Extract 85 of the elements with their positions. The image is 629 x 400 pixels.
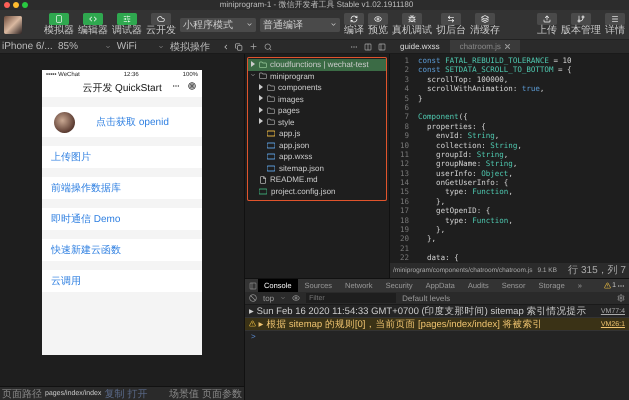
- mode-icon: [55, 15, 63, 23]
- copy-icon[interactable]: [235, 42, 243, 50]
- status-link[interactable]: 场景值: [169, 386, 199, 400]
- folder-icon: [267, 106, 275, 115]
- avatar[interactable]: [4, 16, 22, 34]
- zoom-button[interactable]: [22, 2, 28, 8]
- menu-item[interactable]: 上传图片: [42, 146, 202, 168]
- tree-item[interactable]: app.json: [248, 140, 386, 151]
- folder-icon: [267, 84, 275, 92]
- tree-item[interactable]: app.wxss: [248, 151, 386, 162]
- eye-icon: [374, 15, 382, 23]
- openid-button[interactable]: 点击获取 openid: [75, 115, 190, 129]
- caret-icon: [158, 44, 164, 50]
- phone-nav-bar: 云开发 QuickStart: [42, 79, 202, 97]
- close-button[interactable]: [4, 2, 10, 8]
- mode-button[interactable]: 模拟器: [44, 13, 74, 36]
- simulator-select[interactable]: 模拟操作: [170, 40, 216, 54]
- warning-icon: [604, 282, 612, 289]
- minimize-button[interactable]: [13, 2, 19, 8]
- mode-button[interactable]: 调试器: [112, 13, 142, 36]
- tree-item[interactable]: README.md: [248, 174, 386, 186]
- clear-icon[interactable]: [249, 294, 257, 302]
- tree-item[interactable]: sitemap.json: [248, 162, 386, 174]
- settings-icon[interactable]: [617, 294, 625, 302]
- file-icon: [259, 188, 268, 195]
- mode-button[interactable]: 编辑器: [78, 13, 108, 36]
- folder-icon: [259, 72, 267, 80]
- close-icon[interactable]: [504, 44, 510, 49]
- simulator-select[interactable]: iPhone 6/...: [2, 41, 52, 52]
- mode-icon: [157, 15, 165, 23]
- mode-button[interactable]: 云开发: [146, 13, 176, 36]
- search-icon[interactable]: [264, 42, 272, 50]
- tree-item[interactable]: project.config.json: [248, 186, 386, 197]
- caret-icon: [280, 295, 286, 301]
- folder-icon: [267, 118, 275, 126]
- caret-icon: [246, 21, 253, 28]
- caret-icon: [104, 44, 111, 50]
- tree-item[interactable]: app.js: [248, 128, 386, 140]
- menu-item[interactable]: 即时通信 Demo: [42, 208, 202, 230]
- panel-icon[interactable]: [378, 42, 386, 50]
- inspect-icon[interactable]: [249, 282, 257, 290]
- file-icon: [259, 176, 267, 184]
- toolbar-button[interactable]: 切后台: [436, 13, 466, 36]
- mode-icon: [89, 15, 97, 23]
- toolbar-button[interactable]: 真机调试: [392, 13, 432, 36]
- refresh-icon: [350, 15, 358, 23]
- folder-icon: [259, 60, 267, 69]
- switch-icon: [447, 15, 455, 23]
- window-title: miniprogram-1 - 微信开发者工具 Stable v1.02.1911180: [218, 0, 414, 10]
- caret-icon: [330, 21, 337, 28]
- menu-item[interactable]: 快速新建云函数: [42, 239, 202, 261]
- expand-icon: [250, 72, 256, 78]
- menu-item[interactable]: 前端操作数据库: [42, 177, 202, 199]
- folder-icon: [267, 95, 275, 104]
- add-icon[interactable]: [249, 42, 258, 51]
- branch-icon: [577, 15, 585, 23]
- split-icon[interactable]: [364, 42, 372, 50]
- avatar: [54, 112, 75, 132]
- toolbar-button[interactable]: 清缓存: [470, 13, 500, 36]
- menu-item[interactable]: 云调用: [42, 270, 202, 292]
- warning-icon: [249, 320, 256, 326]
- mode-icon: [123, 15, 131, 23]
- status-link[interactable]: 页面参数: [202, 386, 242, 400]
- tree-item[interactable]: cloudfunctions | wechat-test: [248, 59, 386, 70]
- context-select[interactable]: top: [263, 294, 274, 302]
- close-target-icon[interactable]: [188, 82, 196, 90]
- simulator-select[interactable]: 85%: [58, 41, 111, 52]
- tree-item[interactable]: pages: [248, 105, 386, 116]
- levels-select[interactable]: Default levels: [402, 294, 450, 302]
- tree-item[interactable]: images: [248, 94, 386, 105]
- eye-icon[interactable]: [292, 294, 300, 302]
- bug-icon: [408, 15, 416, 23]
- tree-item[interactable]: style: [248, 116, 386, 128]
- list-icon: [611, 15, 619, 23]
- layers-icon: [481, 15, 489, 23]
- tree-item[interactable]: miniprogram: [248, 70, 386, 82]
- console-prompt[interactable]: >: [245, 331, 629, 342]
- mode-select[interactable]: 小程序模式: [180, 18, 256, 32]
- simulator-select[interactable]: WiFi: [116, 41, 164, 52]
- tree-item[interactable]: components: [248, 82, 386, 94]
- toolbar-button[interactable]: 版本管理: [561, 13, 601, 36]
- collapse-icon: [250, 60, 255, 67]
- back-icon[interactable]: [222, 42, 230, 50]
- compile-select[interactable]: 普通编译: [260, 18, 340, 32]
- upload-icon: [543, 15, 551, 23]
